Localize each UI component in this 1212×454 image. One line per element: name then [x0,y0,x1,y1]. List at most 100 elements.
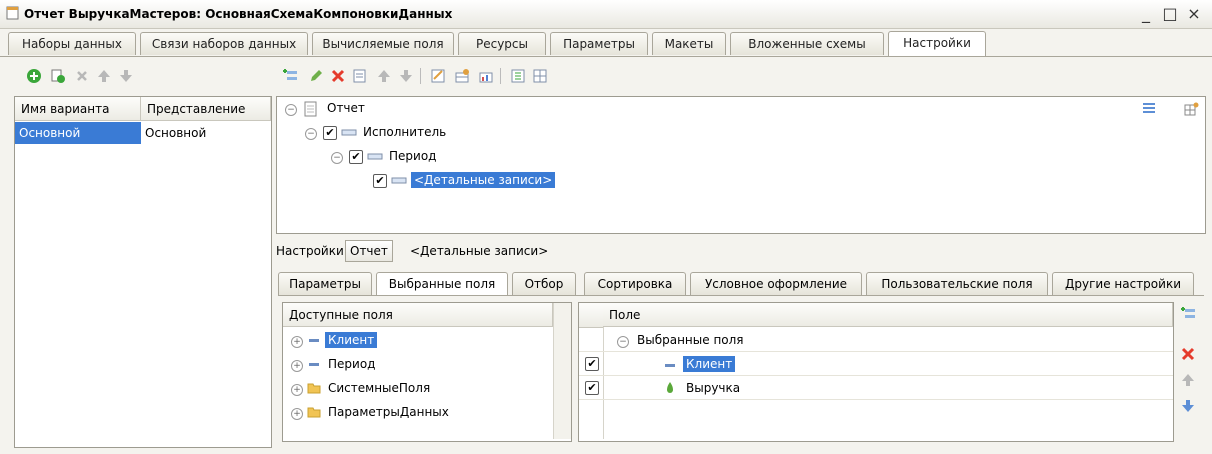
tab-calculated-fields[interactable]: Вычисляемые поля [312,32,454,55]
window-title: Отчет ВыручкаМастеров: ОсновнаяСхемаКомп… [24,7,453,21]
selected-fields-header: Поле [603,303,1173,327]
row-divider [579,399,1173,400]
grouping-icon [341,129,357,136]
tab-datasets[interactable]: Наборы данных [8,32,136,55]
tab-divider [278,295,1204,296]
properties-icon[interactable] [352,68,368,84]
close-button[interactable]: × [1184,4,1204,24]
minimize-button[interactable]: _ [1136,4,1156,24]
delete-icon[interactable] [330,68,346,84]
copy-variant-icon[interactable] [50,68,66,84]
field-icon [309,363,319,366]
column-divider [603,327,604,439]
group-icon[interactable] [430,68,446,84]
maximize-button[interactable]: □ [1160,4,1180,24]
tab-resources[interactable]: Ресурсы [458,32,546,55]
grouping-icon [367,153,383,160]
checkbox-checked[interactable]: ✔ [349,150,363,164]
nested-report-icon[interactable] [510,68,526,84]
settings-tab-strip: Параметры Выбранные поля Отбор Сортировк… [278,272,1208,296]
available-field-period[interactable]: Период [328,357,375,371]
toolbar-separator [500,68,501,84]
tree-node-period[interactable]: Период [389,149,436,163]
grouping-icon [391,177,407,184]
add-table-icon[interactable] [454,68,470,84]
available-field-client[interactable]: Клиент [325,332,378,348]
title-bar: Отчет ВыручкаМастеров: ОсновнаяСхемаКомп… [0,0,1212,29]
tab-parameters[interactable]: Параметры [278,272,372,295]
move-down-icon[interactable] [1180,398,1196,414]
delete-icon[interactable] [1180,346,1196,362]
folder-icon [307,407,321,418]
collapse-icon[interactable]: − [617,336,629,348]
delete-variant-icon[interactable] [74,68,90,84]
structure-tree: − Отчет − ✔ Исполнитель − ✔ Период ✔ <Де… [276,96,1206,234]
move-down-icon[interactable] [118,68,134,84]
variants-table: Имя варианта Представление Основной Осно… [14,96,272,448]
tab-selected-fields[interactable]: Выбранные поля [376,272,508,295]
expand-icon[interactable]: + [291,360,303,372]
tab-user-fields[interactable]: Пользовательские поля [866,272,1048,295]
checkbox-checked[interactable]: ✔ [373,174,387,188]
tree-node-report[interactable]: Отчет [327,101,365,115]
tab-nested-schemas[interactable]: Вложенные схемы [730,32,884,55]
tab-conditional-formatting[interactable]: Условное оформление [690,272,862,295]
checkbox-checked[interactable]: ✔ [323,126,337,140]
collapse-icon[interactable]: − [305,128,317,140]
settings-label: Настройки: [276,244,348,258]
tab-settings[interactable]: Настройки [888,31,986,56]
collapse-icon[interactable]: − [331,152,343,164]
checkbox-checked[interactable]: ✔ [585,357,599,371]
expand-icon[interactable]: + [291,384,303,396]
collapse-icon[interactable]: − [285,104,297,116]
toolbar-separator [420,68,421,84]
row-divider [579,375,1173,376]
move-up-icon[interactable] [1180,372,1196,388]
move-up-icon[interactable] [96,68,112,84]
expand-icon[interactable]: + [291,408,303,420]
add-field-icon[interactable] [1180,306,1196,322]
folder-icon [307,383,321,394]
selected-field-client[interactable]: Клиент [683,356,736,372]
tab-parameters[interactable]: Параметры [550,32,648,55]
structure-list-icon[interactable] [1141,101,1157,117]
tab-divider [0,56,1212,57]
tab-dataset-links[interactable]: Связи наборов данных [140,32,308,55]
available-field-data-params[interactable]: ПараметрыДанных [328,405,449,419]
available-fields-header: Доступные поля [283,303,553,327]
column-header-variant-name[interactable]: Имя варианта [15,97,141,121]
layout-icon[interactable] [532,68,548,84]
table-cell-presentation[interactable]: Основной [141,122,271,144]
scrollbar[interactable] [553,303,571,439]
selected-fields-panel: Поле − Выбранные поля ✔ Клиент ✔ Выручка [578,302,1174,442]
add-chart-icon[interactable] [478,68,494,84]
selected-fields-group[interactable]: Выбранные поля [637,333,744,347]
edit-icon[interactable] [308,68,324,84]
add-variant-icon[interactable] [26,68,42,84]
field-icon [309,339,319,342]
move-down-icon[interactable] [398,68,414,84]
tab-sorting[interactable]: Сортировка [584,272,686,295]
available-field-system[interactable]: СистемныеПоля [328,381,430,395]
document-icon [6,6,19,20]
table-cell-variant-name[interactable]: Основной [15,122,141,144]
structure-grid-icon[interactable] [1183,101,1199,117]
available-fields-panel: Доступные поля + Клиент + Период + Систе… [282,302,572,442]
settings-current-node: <Детальные записи> [410,244,549,258]
checkbox-checked[interactable]: ✔ [585,381,599,395]
tree-node-performer[interactable]: Исполнитель [363,125,446,139]
add-grouping-icon[interactable] [282,68,298,84]
resource-icon [667,382,673,393]
tab-filter[interactable]: Отбор [512,272,576,295]
report-icon [304,101,317,117]
selected-field-revenue[interactable]: Выручка [686,381,740,395]
expand-icon[interactable]: + [291,336,303,348]
column-header-presentation[interactable]: Представление [141,97,271,121]
tree-node-detail-records[interactable]: <Детальные записи> [411,172,556,188]
checkbox-column-header [579,303,604,328]
row-divider [579,351,1173,352]
settings-report-button[interactable]: Отчет [345,240,393,262]
tab-other-settings[interactable]: Другие настройки [1052,272,1194,295]
tab-layouts[interactable]: Макеты [652,32,726,55]
move-up-icon[interactable] [376,68,392,84]
